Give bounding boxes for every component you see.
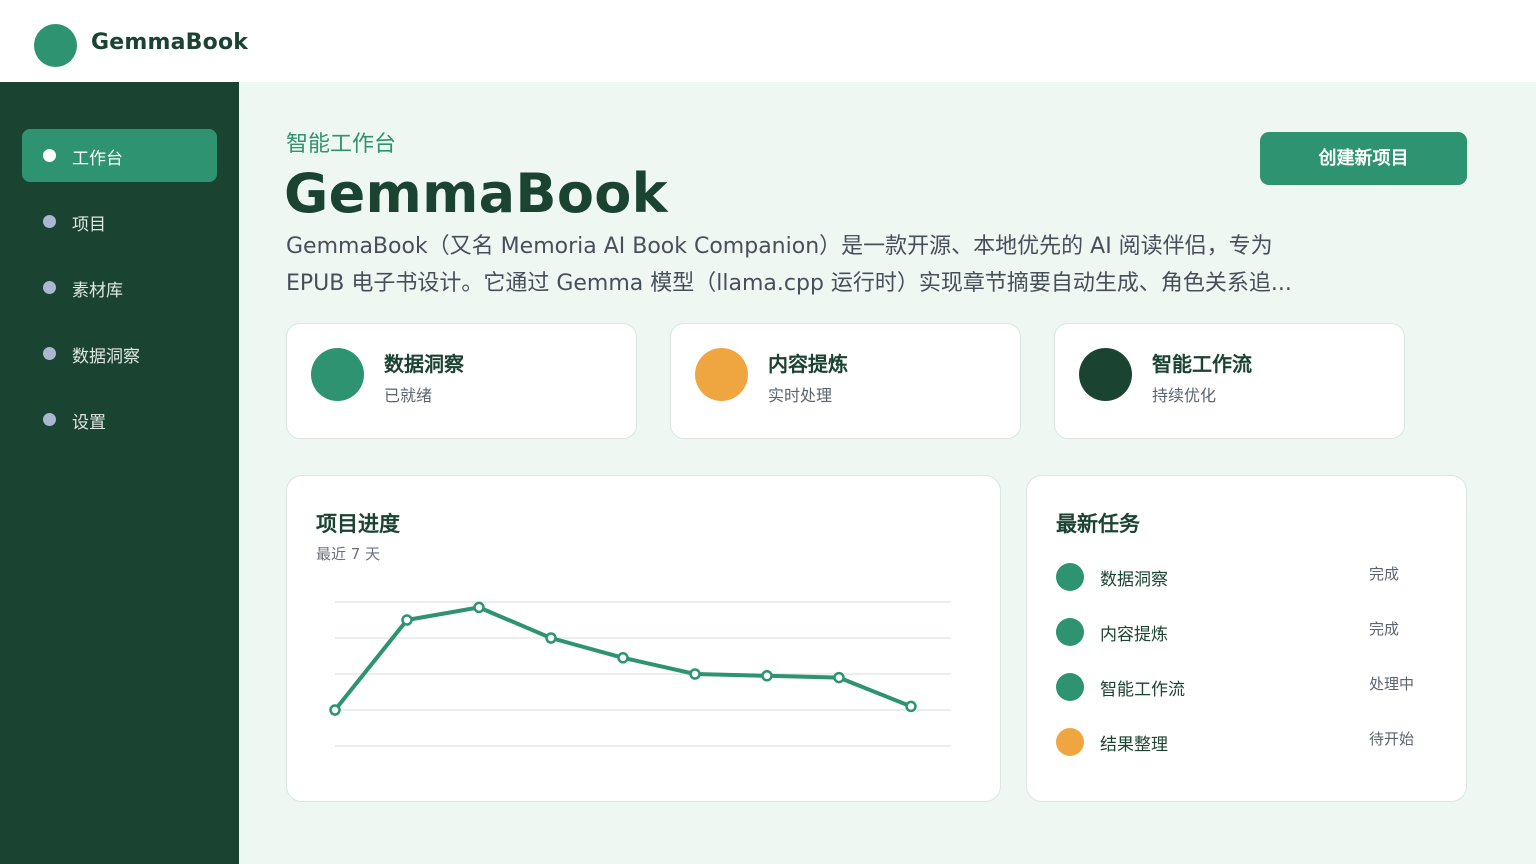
bullet-icon xyxy=(43,149,56,162)
stat-card-insights[interactable]: 数据洞察 已就绪 xyxy=(286,323,637,439)
task-status-icon xyxy=(1056,563,1084,591)
chart-data-point[interactable] xyxy=(833,671,845,684)
task-status: 待开始 xyxy=(1369,730,1415,748)
task-row[interactable]: 智能工作流 处理中 xyxy=(1056,670,1436,702)
stat-subtitle: 已就绪 xyxy=(384,386,433,405)
task-row[interactable]: 数据洞察 完成 xyxy=(1056,560,1436,592)
create-project-button[interactable]: 创建新项目 xyxy=(1260,132,1467,185)
description-line: GemmaBook（又名 Memoria AI Book Companion）是… xyxy=(286,234,1273,259)
progress-line-chart xyxy=(329,601,951,747)
task-label: 智能工作流 xyxy=(1100,680,1185,700)
stat-status-icon xyxy=(1079,348,1132,401)
logo-icon xyxy=(34,24,77,67)
task-row[interactable]: 结果整理 待开始 xyxy=(1056,725,1436,757)
panel-title: 最新任务 xyxy=(1056,512,1140,536)
task-status: 完成 xyxy=(1369,565,1400,583)
chart-data-point[interactable] xyxy=(905,700,917,713)
stat-subtitle: 实时处理 xyxy=(768,386,833,405)
task-status: 完成 xyxy=(1369,620,1400,638)
task-label: 数据洞察 xyxy=(1100,570,1168,590)
chart-data-point[interactable] xyxy=(761,670,773,682)
top-bar: GemmaBook xyxy=(0,0,1536,82)
task-status-icon xyxy=(1056,728,1084,756)
chart-data-point[interactable] xyxy=(329,704,341,716)
page-eyebrow: 智能工作台 xyxy=(286,132,397,157)
task-status: 处理中 xyxy=(1369,675,1415,693)
progress-panel: 项目进度 最近 7 天 xyxy=(286,475,1001,802)
task-label: 内容提炼 xyxy=(1100,625,1168,645)
sidebar-item-settings[interactable]: 设置 xyxy=(22,393,217,446)
bullet-icon xyxy=(43,413,56,426)
bullet-icon xyxy=(43,347,56,360)
sidebar-item-insights[interactable]: 数据洞察 xyxy=(22,327,217,380)
stat-card-workflow[interactable]: 智能工作流 持续优化 xyxy=(1054,323,1405,439)
stat-title: 内容提炼 xyxy=(768,352,848,376)
stat-status-icon xyxy=(695,348,748,401)
chart-data-point[interactable] xyxy=(617,652,629,664)
chart-data-point[interactable] xyxy=(473,601,485,614)
stat-title: 数据洞察 xyxy=(384,352,464,376)
task-status-icon xyxy=(1056,618,1084,646)
sidebar-item-label: 工作台 xyxy=(72,149,123,169)
stat-status-icon xyxy=(311,348,364,401)
stat-card-extraction[interactable]: 内容提炼 实时处理 xyxy=(670,323,1021,439)
description-line: EPUB 电子书设计。它通过 Gemma 模型（llama.cpp 运行时）实现… xyxy=(286,271,1292,296)
task-row[interactable]: 内容提炼 完成 xyxy=(1056,615,1436,647)
chart-data-point[interactable] xyxy=(545,632,557,644)
sidebar-item-label: 数据洞察 xyxy=(72,347,140,367)
stat-subtitle: 持续优化 xyxy=(1152,386,1217,405)
stat-title: 智能工作流 xyxy=(1152,352,1252,376)
sidebar-item-label: 素材库 xyxy=(72,281,123,301)
bullet-icon xyxy=(43,215,56,228)
sidebar: 工作台 项目 素材库 数据洞察 设置 xyxy=(0,82,239,864)
tasks-panel: 最新任务 数据洞察 完成 内容提炼 完成 智能工作流 处理中 结果整理 待开始 xyxy=(1026,475,1467,802)
sidebar-item-label: 项目 xyxy=(72,215,106,235)
task-status-icon xyxy=(1056,673,1084,701)
bullet-icon xyxy=(43,281,56,294)
sidebar-item-workbench[interactable]: 工作台 xyxy=(22,129,217,182)
task-label: 结果整理 xyxy=(1100,735,1168,755)
chart-data-point[interactable] xyxy=(689,668,701,680)
page-title: GemmaBook xyxy=(284,162,668,225)
sidebar-item-projects[interactable]: 项目 xyxy=(22,195,217,248)
app-name: GemmaBook xyxy=(91,30,249,55)
page-description: GemmaBook（又名 Memoria AI Book Companion）是… xyxy=(286,228,1336,302)
sidebar-item-label: 设置 xyxy=(72,413,106,433)
sidebar-item-library[interactable]: 素材库 xyxy=(22,261,217,314)
chart-data-point[interactable] xyxy=(401,614,413,626)
